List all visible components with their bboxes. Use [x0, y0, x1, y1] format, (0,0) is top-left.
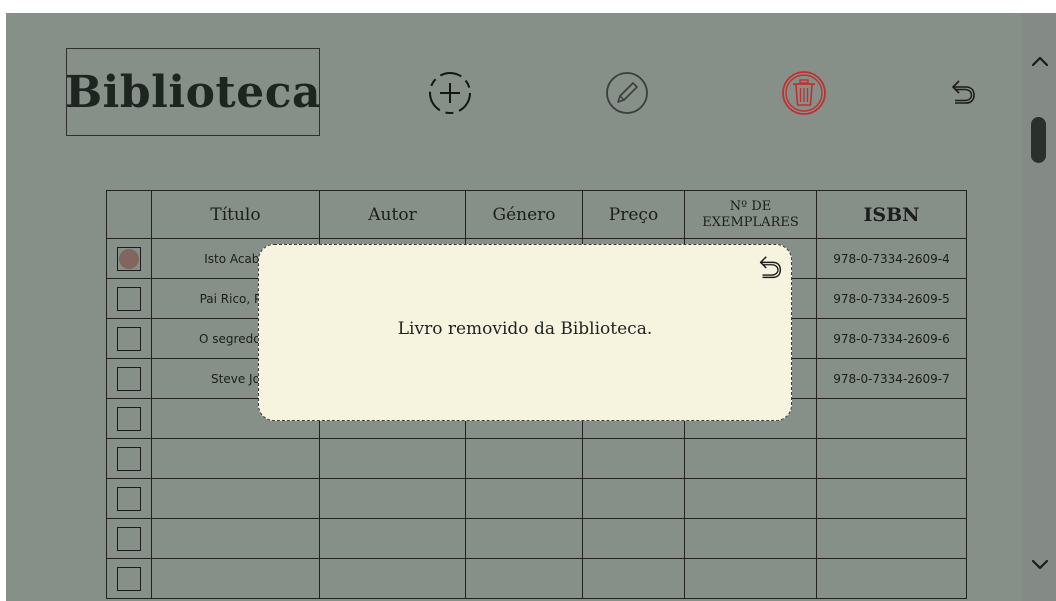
- row-checkbox[interactable]: [117, 246, 141, 271]
- dialog-message: Livro removido da Biblioteca.: [397, 319, 653, 339]
- row-select-cell: [106, 438, 152, 479]
- cell-titulo: [151, 438, 320, 479]
- cell-exemplares: [684, 438, 817, 479]
- row-checkbox[interactable]: [117, 526, 141, 551]
- row-checkbox[interactable]: [117, 486, 141, 511]
- cell-preco: [582, 478, 685, 519]
- row-checkbox[interactable]: [117, 326, 141, 351]
- cell-preco: [582, 438, 685, 479]
- undo-button[interactable]: [947, 77, 979, 109]
- column-header-exemplares: Nº DE EXEMPLARES: [684, 190, 817, 239]
- vertical-scrollbar[interactable]: [1022, 13, 1056, 601]
- table-row[interactable]: [106, 478, 967, 519]
- page-title: Biblioteca: [65, 48, 321, 136]
- column-header-genero: Género: [465, 190, 583, 239]
- cell-exemplares: [684, 478, 817, 519]
- row-checkbox[interactable]: [117, 286, 141, 311]
- cell-autor: [319, 438, 466, 479]
- row-select-cell: [106, 398, 152, 439]
- circle-plus-icon: [429, 72, 471, 114]
- chevron-up-icon: [1031, 56, 1049, 67]
- chevron-down-icon: [1031, 559, 1049, 570]
- row-checkbox[interactable]: [117, 446, 141, 471]
- column-header-autor: Autor: [319, 190, 466, 239]
- cell-genero: [465, 518, 583, 559]
- scrollbar-thumb[interactable]: [1031, 117, 1046, 163]
- pencil-icon: [606, 72, 648, 114]
- cell-isbn: [816, 398, 967, 439]
- trash-icon: [782, 71, 826, 115]
- table-row[interactable]: [106, 518, 967, 559]
- row-select-cell: [106, 558, 152, 599]
- cell-exemplares: [684, 558, 817, 599]
- row-select-cell: [106, 358, 152, 399]
- cell-isbn: [816, 438, 967, 479]
- table-row[interactable]: [106, 558, 967, 599]
- cell-isbn: 978-0-7334-2609-7: [816, 358, 967, 399]
- cell-isbn: [816, 478, 967, 519]
- table-header-row: Título Autor Género Preço Nº DE EXEMPLAR…: [106, 190, 967, 239]
- cell-titulo: [151, 478, 320, 519]
- row-select-cell: [106, 318, 152, 359]
- row-checkbox[interactable]: [117, 366, 141, 391]
- row-checkbox[interactable]: [117, 406, 141, 431]
- cell-isbn: 978-0-7334-2609-4: [816, 238, 967, 279]
- cell-autor: [319, 478, 466, 519]
- row-checkbox[interactable]: [117, 566, 141, 591]
- cell-isbn: [816, 558, 967, 599]
- column-header-titulo: Título: [151, 190, 320, 239]
- cell-isbn: [816, 518, 967, 559]
- scroll-up-button[interactable]: [1028, 49, 1052, 73]
- cell-exemplares: [684, 518, 817, 559]
- cell-autor: [319, 558, 466, 599]
- cell-genero: [465, 478, 583, 519]
- edit-book-button[interactable]: [603, 69, 651, 117]
- undo-arrow-icon: [759, 256, 782, 279]
- cell-isbn: 978-0-7334-2609-6: [816, 318, 967, 359]
- dialog-back-button[interactable]: [755, 252, 785, 288]
- column-header-preco: Preço: [582, 190, 685, 239]
- delete-book-button[interactable]: [780, 69, 828, 117]
- scroll-down-button[interactable]: [1028, 553, 1052, 577]
- row-select-cell: [106, 518, 152, 559]
- cell-isbn: 978-0-7334-2609-5: [816, 278, 967, 319]
- selected-indicator: [119, 248, 139, 269]
- cell-autor: [319, 518, 466, 559]
- removal-notification-dialog: Livro removido da Biblioteca.: [258, 244, 792, 421]
- cell-genero: [465, 438, 583, 479]
- cell-titulo: [151, 518, 320, 559]
- column-header-isbn: ISBN: [816, 190, 967, 239]
- cell-preco: [582, 558, 685, 599]
- cell-titulo: [151, 558, 320, 599]
- table-row[interactable]: [106, 438, 967, 479]
- cell-preco: [582, 518, 685, 559]
- add-book-button[interactable]: [426, 69, 474, 117]
- cell-genero: [465, 558, 583, 599]
- row-select-cell: [106, 238, 152, 279]
- select-column-header: [106, 190, 152, 239]
- row-select-cell: [106, 278, 152, 319]
- app-window: Biblioteca Título Autor Género Preço Nº …: [6, 13, 1056, 601]
- row-select-cell: [106, 478, 152, 519]
- undo-arrow-icon: [952, 80, 975, 104]
